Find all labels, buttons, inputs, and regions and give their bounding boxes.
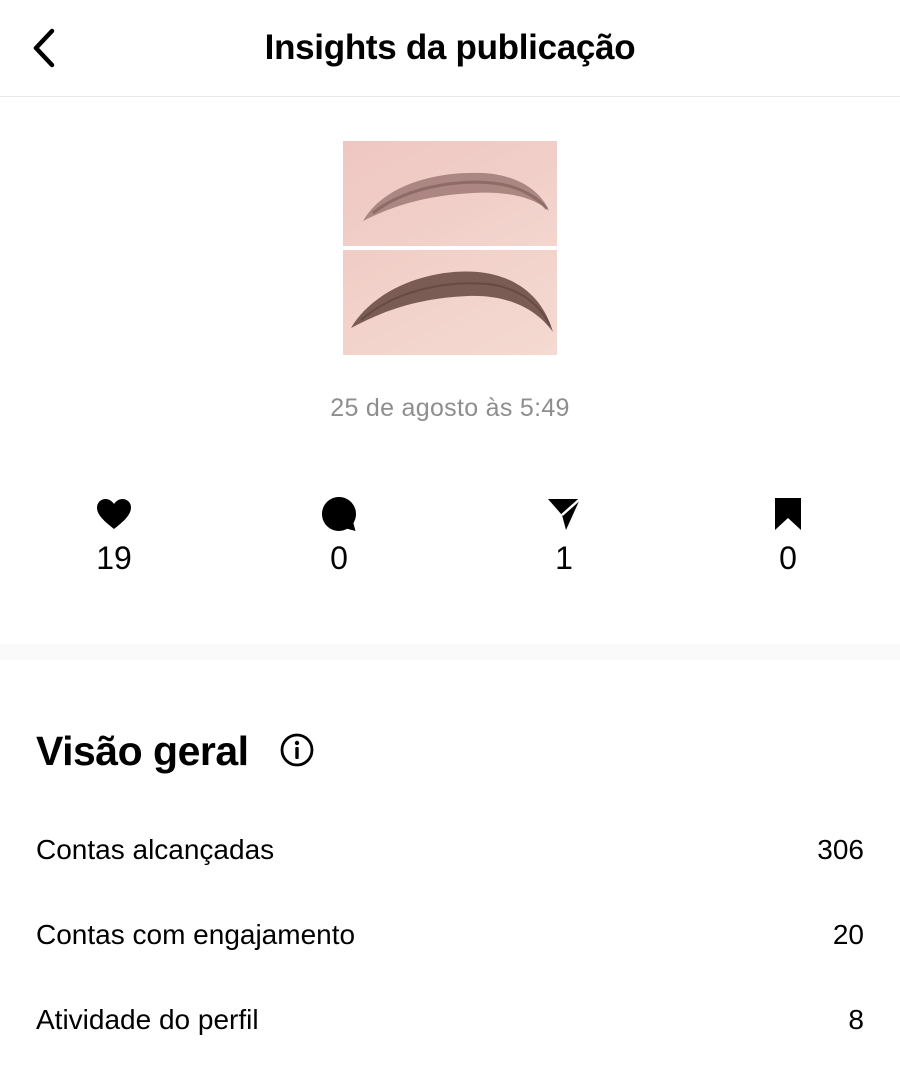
saves-stat: 0 bbox=[738, 496, 838, 577]
overview-row-reached[interactable]: Contas alcançadas 306 bbox=[36, 830, 864, 870]
row-label: Contas alcançadas bbox=[36, 834, 275, 865]
row-label: Contas com engajamento bbox=[36, 919, 356, 950]
header-bar: Insights da publicação bbox=[0, 0, 900, 97]
row-value: 8 bbox=[848, 1004, 864, 1035]
comments-count: 0 bbox=[330, 540, 348, 576]
shares-count: 1 bbox=[555, 540, 573, 576]
comments-stat: 0 bbox=[289, 496, 389, 577]
likes-stat: 19 bbox=[64, 496, 164, 577]
row-value: 20 bbox=[832, 919, 864, 950]
overview-title: Visão geral bbox=[36, 728, 249, 774]
after-photo bbox=[343, 250, 557, 355]
overview-row-engaged[interactable]: Contas com engajamento 20 bbox=[36, 915, 864, 955]
likes-count: 19 bbox=[96, 540, 132, 576]
row-label: Atividade do perfil bbox=[36, 1004, 259, 1035]
heart-icon bbox=[97, 499, 131, 529]
saves-count: 0 bbox=[779, 540, 797, 576]
post-date: 25 de agosto às 5:49 bbox=[330, 394, 570, 422]
info-icon[interactable] bbox=[280, 733, 314, 767]
section-divider bbox=[0, 644, 900, 660]
overview-row-profile-activity[interactable]: Atividade do perfil 8 bbox=[36, 1000, 864, 1040]
shares-stat: 1 bbox=[514, 496, 614, 577]
before-photo bbox=[343, 141, 557, 246]
bookmark-icon bbox=[775, 498, 801, 530]
post-thumbnail[interactable] bbox=[343, 141, 557, 355]
share-icon bbox=[548, 498, 581, 530]
comment-icon bbox=[322, 497, 356, 531]
row-value: 306 bbox=[817, 834, 864, 865]
page-title: Insights da publicação bbox=[264, 28, 636, 67]
